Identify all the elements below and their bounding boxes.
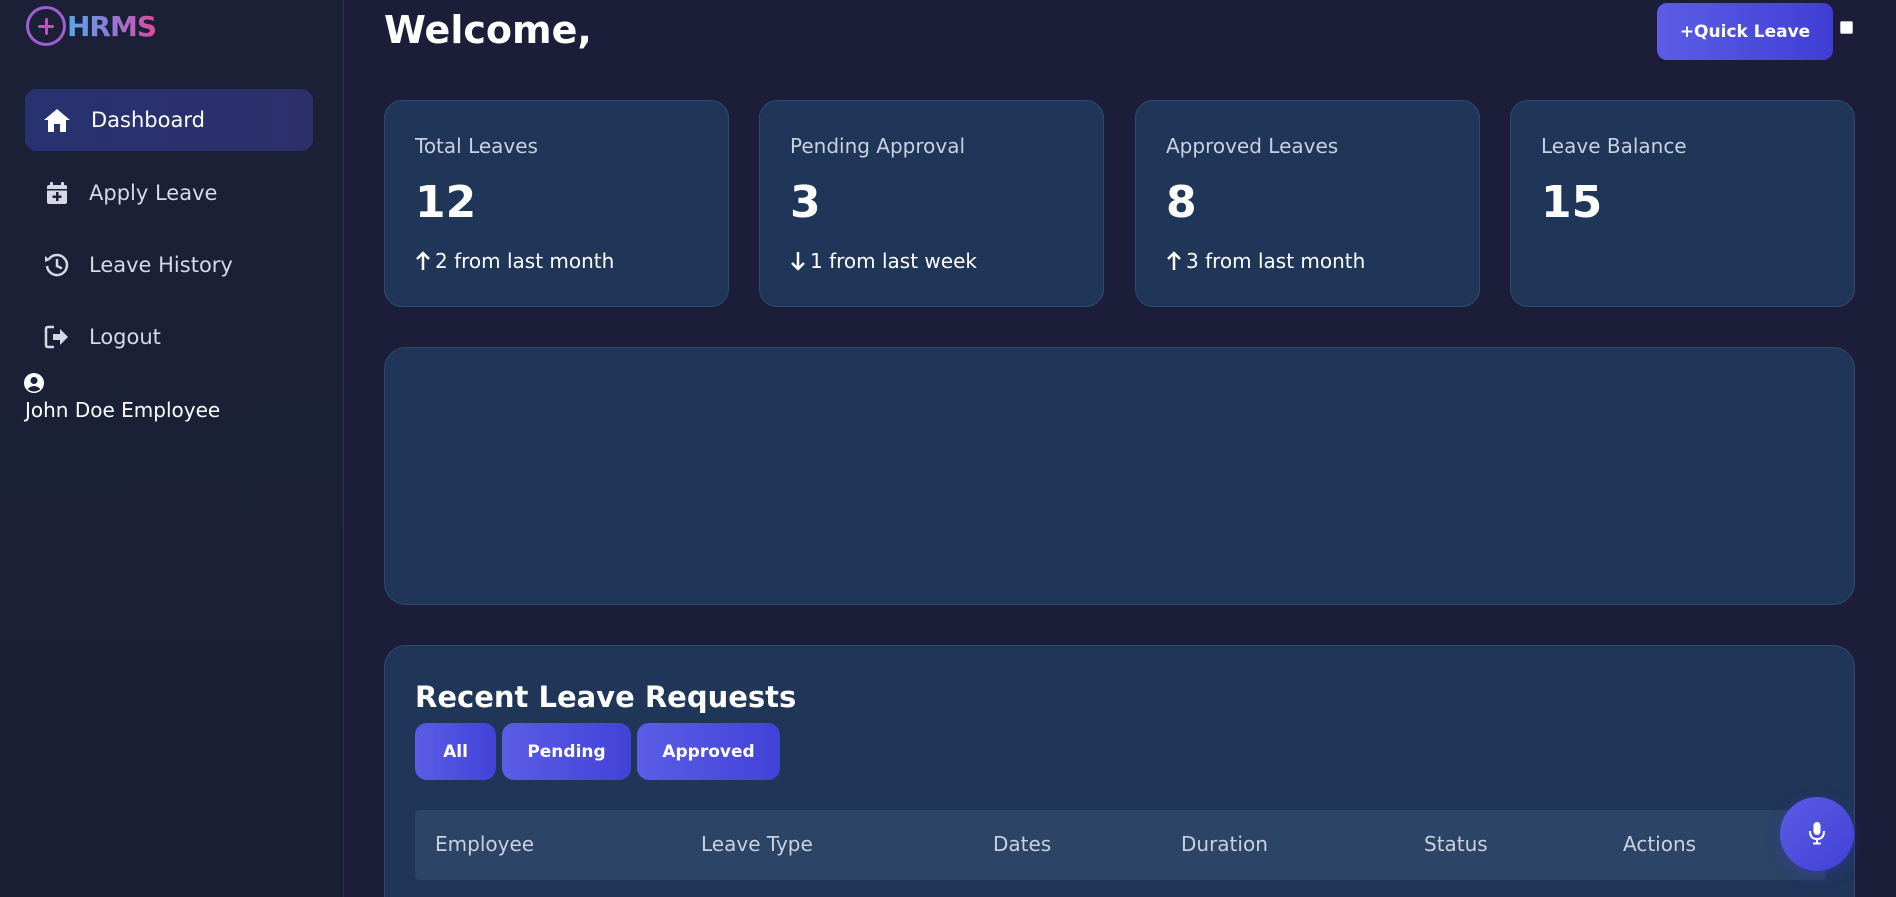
theme-checkbox[interactable] — [1840, 21, 1853, 34]
user-circle-icon — [23, 372, 45, 394]
stat-delta: 2 from last month — [415, 249, 614, 273]
sidebar-item-leave-history[interactable]: Leave History — [25, 234, 313, 296]
quick-leave-button[interactable]: +Quick Leave — [1657, 3, 1833, 60]
stat-delta: 3 from last month — [1166, 249, 1365, 273]
column-header-employee[interactable]: Employee — [435, 832, 534, 856]
sidebar-item-label: Dashboard — [91, 108, 205, 132]
logo-plus-icon — [26, 6, 66, 46]
stat-label: Pending Approval — [790, 134, 966, 158]
column-header-duration[interactable]: Duration — [1181, 832, 1268, 856]
stat-card-leave-balance: Leave Balance 15 — [1510, 100, 1855, 307]
arrow-up-icon — [1167, 251, 1181, 270]
stat-delta-text: 3 from last month — [1186, 249, 1366, 273]
sidebar-item-label: Logout — [89, 325, 161, 349]
stat-value: 12 — [415, 177, 477, 228]
sidebar-item-label: Leave History — [89, 253, 233, 277]
section-title: Recent Leave Requests — [415, 680, 797, 714]
voice-input-button[interactable] — [1780, 797, 1854, 871]
column-header-actions[interactable]: Actions — [1623, 832, 1696, 856]
stat-card-total-leaves: Total Leaves 12 2 from last month — [384, 100, 729, 307]
chart-panel — [384, 347, 1855, 605]
sidebar-item-label: Apply Leave — [89, 181, 218, 205]
home-icon — [43, 106, 71, 134]
stat-value: 8 — [1166, 177, 1197, 228]
filter-all-button[interactable]: All — [415, 723, 496, 780]
arrow-up-icon — [416, 251, 430, 270]
history-icon — [43, 251, 71, 279]
recent-leave-requests: Recent Leave Requests All Pending Approv… — [384, 645, 1855, 897]
calendar-plus-icon — [43, 179, 71, 207]
stat-card-approved-leaves: Approved Leaves 8 3 from last month — [1135, 100, 1480, 307]
sidebar-item-apply-leave[interactable]: Apply Leave — [25, 162, 313, 224]
app-root: HRMS Dashboard Apply Leave Leave History — [0, 0, 1896, 897]
arrow-down-icon — [791, 252, 805, 271]
stat-delta-text: 1 from last week — [810, 249, 977, 273]
stat-label: Approved Leaves — [1166, 134, 1339, 158]
logo-text: HRMS — [67, 9, 157, 43]
stat-delta-text: 2 from last month — [435, 249, 615, 273]
stat-delta: 1 from last week — [790, 249, 977, 273]
sidebar: HRMS Dashboard Apply Leave Leave History — [0, 0, 344, 897]
column-header-leave-type[interactable]: Leave Type — [701, 832, 813, 856]
filter-approved-button[interactable]: Approved — [637, 723, 780, 780]
stat-value: 15 — [1541, 177, 1603, 228]
column-header-dates[interactable]: Dates — [993, 832, 1051, 856]
logout-icon — [43, 323, 71, 351]
user-name: John Doe Employee — [25, 398, 221, 422]
stat-card-pending-approval: Pending Approval 3 1 from last week — [759, 100, 1104, 307]
sidebar-item-dashboard[interactable]: Dashboard — [25, 89, 313, 151]
stat-label: Total Leaves — [415, 134, 538, 158]
logo[interactable]: HRMS — [26, 6, 157, 46]
microphone-icon — [1808, 821, 1826, 848]
table-header: Employee Leave Type Dates Duration Statu… — [415, 810, 1826, 880]
stat-label: Leave Balance — [1541, 134, 1687, 158]
stat-value: 3 — [790, 177, 821, 228]
sidebar-item-logout[interactable]: Logout — [25, 306, 313, 368]
column-header-status[interactable]: Status — [1424, 832, 1488, 856]
filter-pending-button[interactable]: Pending — [502, 723, 631, 780]
page-title: Welcome, — [384, 8, 592, 52]
